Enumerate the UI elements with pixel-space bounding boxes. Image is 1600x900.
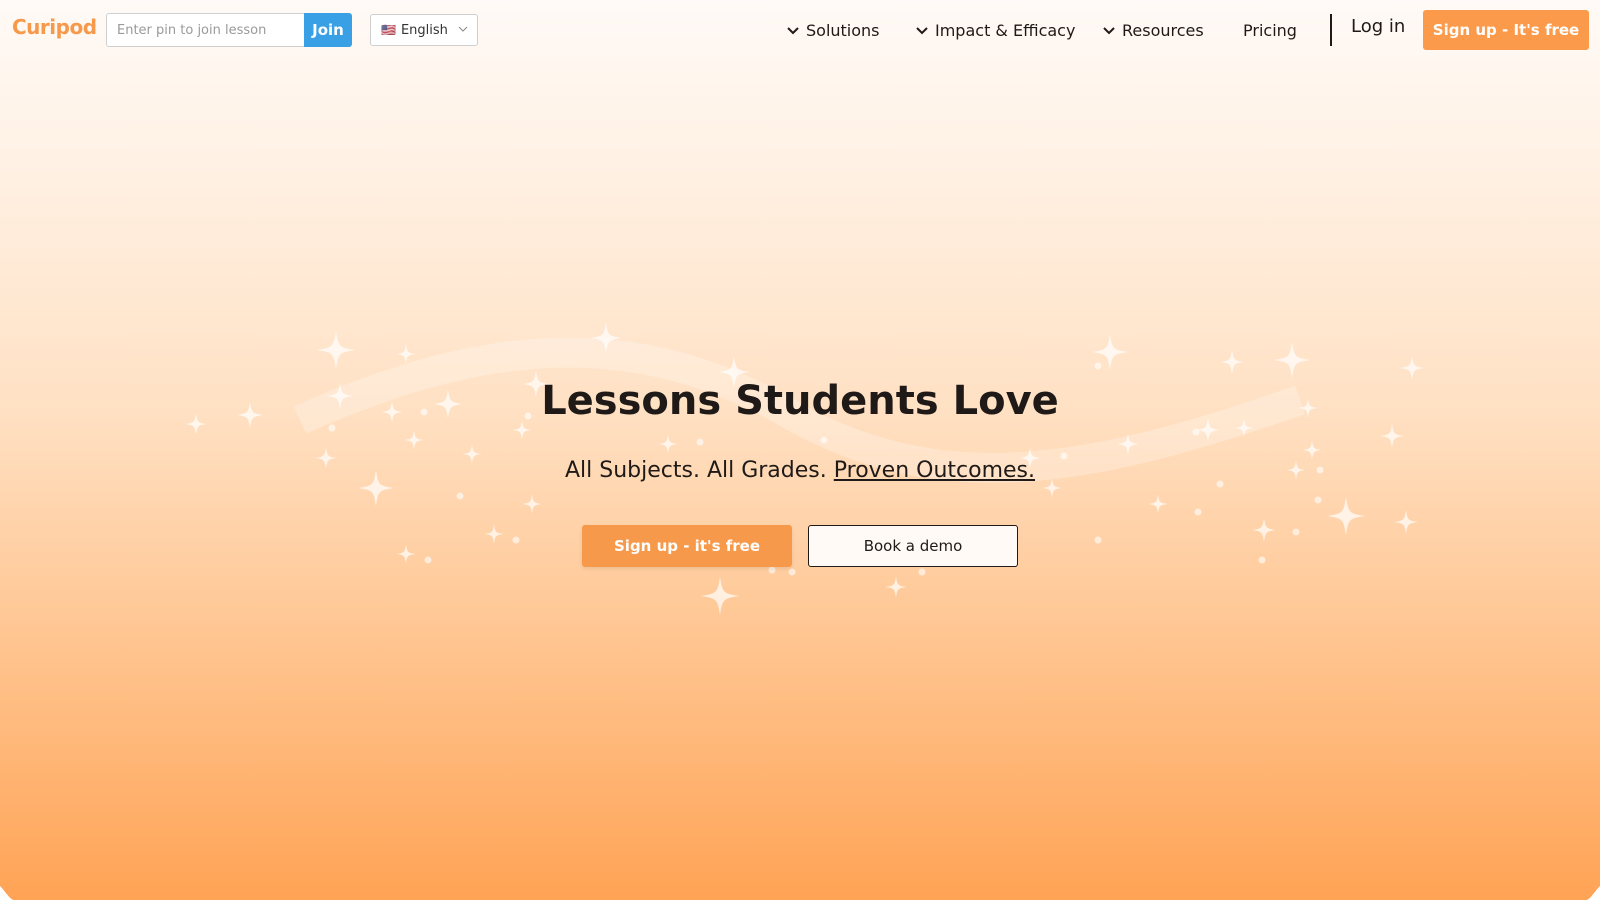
header-signup-button[interactable]: Sign up - It's free <box>1423 10 1589 50</box>
hero-signup-button[interactable]: Sign up - it's free <box>582 525 792 567</box>
proven-outcomes-link[interactable]: Proven Outcomes. <box>834 458 1035 483</box>
bottom-curve-divider <box>0 886 1600 900</box>
sparkles-background <box>185 322 1424 616</box>
nav-solutions[interactable]: Solutions <box>786 18 880 42</box>
join-button[interactable]: Join <box>304 13 352 47</box>
join-lesson-form: Join <box>106 13 354 47</box>
login-link[interactable]: Log in <box>1351 16 1405 37</box>
nav-impact-efficacy[interactable]: Impact & Efficacy <box>915 18 1075 42</box>
chevron-down-icon <box>458 26 468 32</box>
nav-resources[interactable]: Resources <box>1102 18 1204 42</box>
us-flag-icon: 🇺🇸 <box>381 23 396 37</box>
chevron-down-icon <box>1103 27 1115 35</box>
chevron-down-icon <box>787 27 799 35</box>
hero-subtitle-prefix: All Subjects. All Grades. <box>564 458 827 483</box>
nav-divider <box>1330 14 1332 46</box>
chevron-down-icon <box>916 27 928 35</box>
nav-pricing[interactable]: Pricing <box>1243 18 1297 42</box>
book-demo-button[interactable]: Book a demo <box>808 525 1018 567</box>
nav-solutions-label: Solutions <box>806 20 880 40</box>
nav-impact-efficacy-label: Impact & Efficacy <box>935 20 1076 40</box>
nav-pricing-label: Pricing <box>1243 20 1297 40</box>
hero-title: Lessons Students Love <box>541 378 1059 424</box>
lesson-pin-input[interactable] <box>106 13 304 47</box>
hero-subtitle: All Subjects. All Grades. Proven Outcome… <box>0 458 1600 483</box>
language-label: English <box>400 22 448 38</box>
language-select[interactable]: 🇺🇸 English <box>370 14 478 46</box>
nav-resources-label: Resources <box>1122 20 1204 40</box>
site-header: Curipod Join 🇺🇸 English Solutions Impact… <box>0 0 1600 60</box>
curipod-logo[interactable]: Curipod <box>12 15 97 39</box>
